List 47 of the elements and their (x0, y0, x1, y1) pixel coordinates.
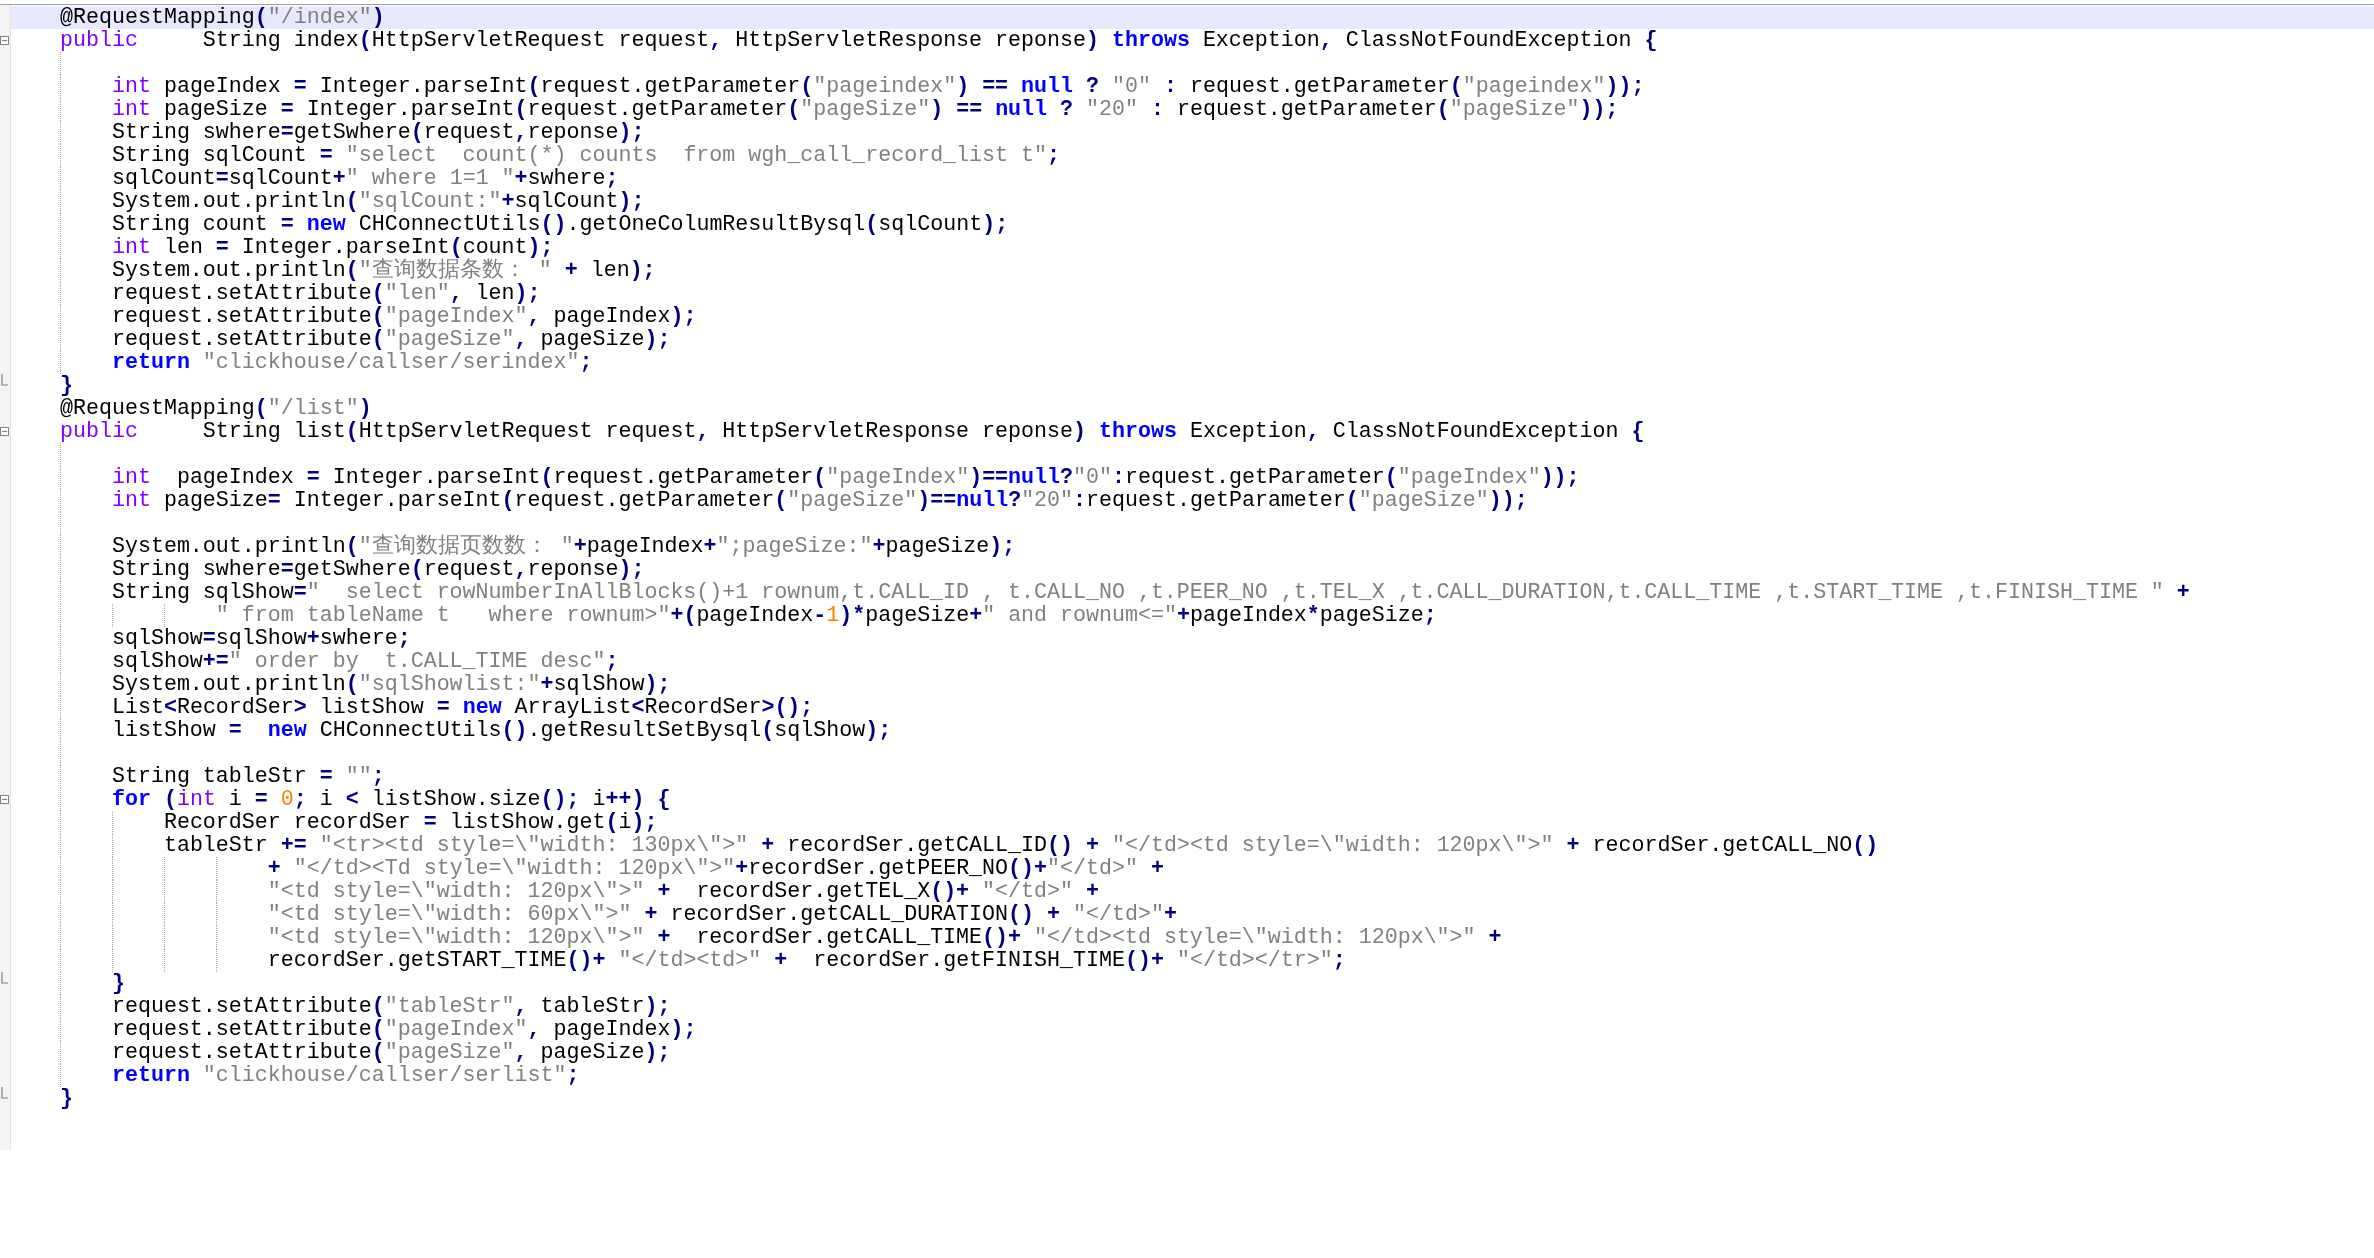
code-line: sqlShow+=" order by t.CALL_TIME desc"; (111, 650, 619, 673)
code-line: @RequestMapping("/list") (60, 397, 372, 420)
code-line: public String index(HttpServletRequest request, HttpServletResponse reponse) throws Exception, ClassNotFoundException { (60, 29, 1658, 52)
code-line: "<td style=\"width: 120px\">" + recordSer.getCALL_TIME()+ "</td><td style=\"width: 120px\">" + (267, 926, 1502, 949)
code-line: } (111, 972, 125, 995)
code-line: String tableStr = ""; (111, 765, 385, 788)
code-line: " from tableName t where rownum>"+(pageIndex-1)*pageSize+" and rownum<="+pageIndex*pageSize; (215, 604, 1437, 627)
code-line: System.out.println("sqlCount:"+sqlCount); (111, 190, 645, 213)
code-line: List<RecordSer> listShow = new ArrayList<RecordSer>(); (111, 696, 814, 719)
code-line: System.out.println("查询数据条数： " + len); (111, 259, 656, 282)
code-line: String swhere=getSwhere(request,reponse); (111, 558, 645, 581)
code-line: request.setAttribute("pageIndex", pageIndex); (111, 1018, 697, 1041)
code-line: String sqlCount = "select count(*) counts from wgh_call_record_list t"; (111, 144, 1060, 167)
code-line: listShow = new CHConnectUtils().getResultSetBysql(sqlShow); (111, 719, 892, 742)
code-line: + "</td><Td style=\"width: 120px\">"+recordSer.getPEER_NO()+"</td>" + (267, 857, 1164, 880)
code-line: } (60, 374, 73, 397)
code-line: tableStr += "<tr><td style=\"width: 130px\">" + recordSer.getCALL_ID() + "</td><td style=\"width: 120px\">" + recordSer.getCALL_NO() (163, 834, 1879, 857)
code-line: String swhere=getSwhere(request,reponse); (111, 121, 645, 144)
code-line: int pageSize= Integer.parseInt(request.getParameter("pageSize")==null?"20":request.getParameter("pageSize")); (111, 489, 1528, 512)
code-line: request.setAttribute("pageIndex", pageIndex); (111, 305, 697, 328)
code-line: int pageIndex = Integer.parseInt(request.getParameter("pageIndex")==null?"0":request.getParameter("pageIndex")); (111, 466, 1580, 489)
code-line: request.setAttribute("len", len); (111, 282, 541, 305)
code-line: int pageSize = Integer.parseInt(request.getParameter("pageSize") == null ? "20" : request.getParameter("pageSize")); (111, 98, 1619, 121)
code-line: sqlCount=sqlCount+" where 1=1 "+swhere; (111, 167, 619, 190)
code-line: System.out.println("查询数据页数数： "+pageIndex+";pageSize:"+pageSize); (111, 535, 1016, 558)
minus-box-icon[interactable] (0, 795, 9, 804)
code-line: RecordSer recordSer = listShow.get(i); (163, 811, 658, 834)
code-line: System.out.println("sqlShowlist:"+sqlShow); (111, 673, 671, 696)
code-line: recordSer.getSTART_TIME()+ "</td><td>" + recordSer.getFINISH_TIME()+ "</td></tr>"; (267, 949, 1346, 972)
code-line: return "clickhouse/callser/serlist"; (111, 1064, 580, 1087)
code-line: String count = new CHConnectUtils().getOneColumResultBysql(sqlCount); (111, 213, 1009, 236)
code-line: request.setAttribute("pageSize", pageSize); (111, 1041, 671, 1064)
code-line: request.setAttribute("pageSize", pageSize); (111, 328, 671, 351)
code-line: } (60, 1087, 73, 1110)
code-line: int len = Integer.parseInt(count); (111, 236, 554, 259)
code-line: request.setAttribute("tableStr", tableStr); (111, 995, 671, 1018)
code-line: String sqlShow=" select rowNumberInAllBlocks()+1 rownum,t.CALL_ID , t.CALL_NO ,t.PEER_NO ,t.TEL_X ,t.CALL_DURATION,t.CALL_TIME ,t.START_TIME ,t.FINISH_TIME " + (111, 581, 2190, 604)
minus-box-icon[interactable] (0, 36, 9, 45)
code-line: "<td style=\"width: 120px\">" + recordSer.getTEL_X()+ "</td>" + (267, 880, 1099, 903)
code-line: int pageIndex = Integer.parseInt(request.getParameter("pageindex") == null ? "0" : request.getParameter("pageindex")); (111, 75, 1645, 98)
code-line: sqlShow=sqlShow+swhere; (111, 627, 411, 650)
code-line: return "clickhouse/callser/serindex"; (111, 351, 593, 374)
code-line: @RequestMapping("/index") (60, 6, 385, 29)
code-line: public String list(HttpServletRequest request, HttpServletResponse reponse) throws Exception, ClassNotFoundException { (60, 420, 1645, 443)
minus-box-icon[interactable] (0, 427, 9, 436)
code-line: "<td style=\"width: 60px\">" + recordSer.getCALL_DURATION() + "</td>"+ (267, 903, 1177, 926)
code-line: for (int i = 0; i < listShow.size(); i++) { (111, 788, 671, 811)
